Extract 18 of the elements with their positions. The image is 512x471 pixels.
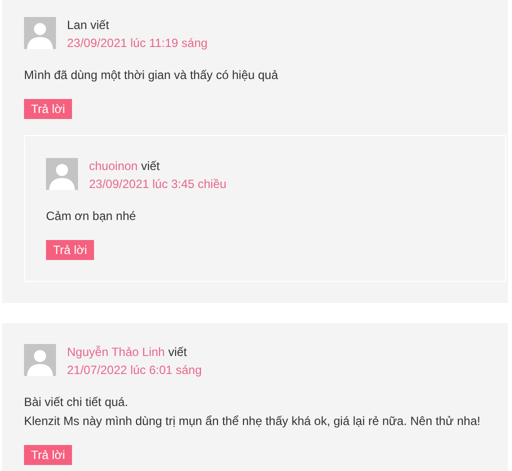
author-link[interactable]: chuoinon <box>89 159 138 173</box>
author-line: chuoinon viết <box>89 158 161 175</box>
author-line: Nguyễn Thảo Linh viết <box>67 344 188 361</box>
author-line: Lan viết <box>67 17 110 34</box>
author-link[interactable]: Nguyễn Thảo Linh <box>67 345 165 359</box>
comment-text: Klenzit Ms này mình dùng trị mụn ẩn thể nhẹ thấy khá ok, giá lại rẻ nữa. Nên thử nha! <box>24 413 482 430</box>
avatar-icon <box>46 158 78 190</box>
comment-text: Mình đã dùng một thời gian và thấy có hiệu quả <box>24 67 280 84</box>
comment-text: Bài viết chi tiết quá. <box>24 394 130 411</box>
reply-button[interactable]: Trả lời <box>24 99 72 119</box>
comment-date-link[interactable]: 23/09/2021 lúc 3:45 chiều <box>89 175 226 193</box>
reply-button[interactable]: Trả lời <box>24 445 72 465</box>
reply-button[interactable]: Trả lời <box>46 240 94 260</box>
comment-text: Cảm ơn bạn nhé <box>46 208 137 225</box>
avatar-icon <box>24 17 56 49</box>
comment-date-link[interactable]: 21/07/2022 lúc 6:01 sáng <box>67 361 202 379</box>
avatar-icon <box>24 344 56 376</box>
comment-date-link[interactable]: 23/09/2021 lúc 11:19 sáng <box>67 34 208 52</box>
